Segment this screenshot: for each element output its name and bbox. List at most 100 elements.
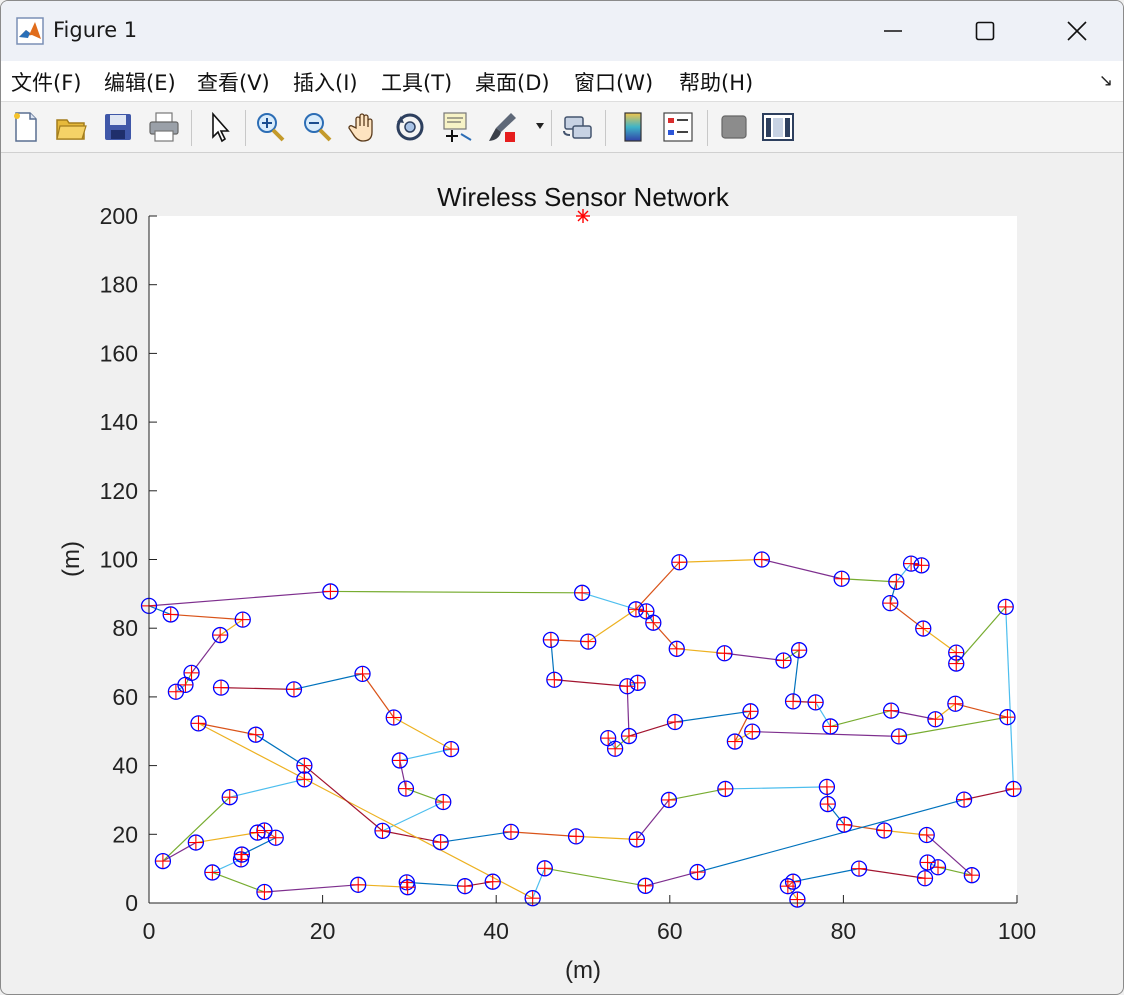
sensor-node	[789, 891, 806, 908]
close-icon	[1067, 21, 1087, 41]
sensor-node	[536, 860, 553, 877]
sensor-node	[629, 674, 646, 691]
matlab-icon	[16, 17, 44, 45]
save-icon[interactable]	[101, 110, 135, 144]
sensor-node	[154, 852, 172, 870]
menu-view[interactable]: 查看(V)	[197, 67, 270, 97]
sensor-node	[963, 867, 981, 884]
sensor-node	[742, 703, 759, 720]
sensor-node	[660, 791, 678, 809]
sensor-node	[927, 711, 944, 728]
x-tick-label: 100	[998, 918, 1036, 944]
x-tick-label: 20	[310, 918, 336, 944]
data-cursor-icon[interactable]	[439, 110, 473, 144]
link-plot-icon[interactable]	[561, 110, 595, 144]
sensor-node	[546, 671, 563, 688]
minimize-icon	[884, 30, 902, 32]
brush-dropdown-icon[interactable]	[535, 122, 545, 130]
sensor-node	[212, 626, 229, 644]
sensor-node	[997, 598, 1014, 616]
sensor-node	[190, 715, 207, 732]
sensor-node	[833, 570, 850, 587]
sensor-node	[573, 584, 591, 601]
sensor-node	[726, 733, 744, 750]
y-tick-label: 120	[100, 478, 138, 504]
sensor-node	[397, 780, 415, 797]
sensor-node	[204, 864, 221, 881]
menu-file[interactable]: 文件(F)	[11, 67, 81, 97]
sensor-node	[484, 873, 501, 890]
menu-help[interactable]: 帮助(H)	[679, 67, 753, 97]
sensor-node	[807, 694, 824, 711]
pointer-icon[interactable]	[203, 110, 237, 144]
toolbar-separator	[605, 110, 606, 146]
maximize-button[interactable]	[939, 1, 1031, 61]
sensor-node	[819, 795, 836, 813]
zoom-in-icon[interactable]	[253, 110, 287, 144]
sensor-node	[350, 876, 367, 893]
sensor-node	[580, 633, 597, 650]
toolbar-separator	[245, 110, 246, 146]
menu-tools[interactable]: 工具(T)	[381, 67, 452, 97]
menu-window[interactable]: 窗口(W)	[574, 67, 653, 97]
new-figure-icon[interactable]	[9, 110, 43, 144]
brush-icon[interactable]	[485, 110, 519, 144]
close-button[interactable]	[1031, 1, 1123, 61]
sensor-node	[432, 834, 449, 851]
y-tick-label: 80	[112, 615, 138, 641]
figure-toolbar	[1, 102, 1123, 153]
y-tick-label: 40	[112, 753, 138, 779]
wsn-chart: 0 20 40 60 80 100020406080100120140160180200 …	[58, 182, 1036, 984]
title-bar: Figure 1	[1, 1, 1123, 61]
open-file-icon[interactable]	[54, 110, 88, 144]
y-tick-label: 140	[100, 409, 138, 435]
sensor-node	[902, 555, 920, 572]
sensor-node	[234, 611, 251, 628]
sensor-node	[918, 826, 935, 844]
sensor-node	[628, 831, 645, 848]
x-tick-label: 40	[483, 918, 509, 944]
sensor-node	[689, 863, 706, 881]
sensor-node	[627, 601, 645, 618]
plot-area	[149, 216, 1017, 903]
sensor-node	[322, 583, 339, 600]
sensor-node	[456, 878, 474, 895]
sensor-node	[1005, 780, 1022, 798]
toolbar-separator	[707, 110, 708, 146]
colorbar-icon[interactable]	[616, 110, 650, 144]
rotate-3d-icon[interactable]	[393, 110, 427, 144]
sensor-node	[354, 665, 371, 683]
y-tick-label: 200	[100, 203, 138, 229]
menu-insert[interactable]: 插入(I)	[293, 67, 358, 97]
minimize-button[interactable]	[847, 1, 939, 61]
sensor-node	[919, 854, 936, 871]
x-tick-label: 80	[831, 918, 857, 944]
menu-desktop[interactable]: 桌面(D)	[475, 67, 550, 97]
dock-arrow-icon[interactable]: ↘	[1099, 71, 1113, 91]
show-plot-tools-icon[interactable]	[761, 110, 795, 144]
zoom-out-icon[interactable]	[300, 110, 334, 144]
sensor-node	[717, 780, 734, 798]
menu-edit[interactable]: 编辑(E)	[104, 67, 176, 97]
sensor-node	[619, 678, 636, 695]
print-icon[interactable]	[147, 110, 181, 144]
y-tick-label: 160	[100, 340, 138, 366]
sensor-node	[822, 718, 839, 735]
sensor-node	[645, 614, 662, 631]
sensor-node	[753, 551, 770, 568]
sensor-node	[637, 877, 654, 894]
pan-hand-icon[interactable]	[347, 110, 381, 144]
sensor-node	[221, 789, 238, 806]
sensor-node	[876, 822, 893, 839]
sensor-node	[955, 791, 973, 808]
sensor-node	[668, 640, 685, 657]
figure-canvas: 0 20 40 60 80 100 0 20 40 60 80 100 120 140 160 180 200 …	[1, 153, 1123, 994]
sensor-node	[385, 709, 402, 726]
sensor-node	[167, 683, 185, 700]
hide-plot-tools-icon[interactable]	[717, 110, 751, 144]
legend-icon[interactable]	[661, 110, 695, 144]
x-tick-label: 60	[657, 918, 683, 944]
maximize-icon	[975, 21, 995, 41]
sensor-node	[256, 883, 273, 901]
sensor-node	[744, 723, 761, 740]
